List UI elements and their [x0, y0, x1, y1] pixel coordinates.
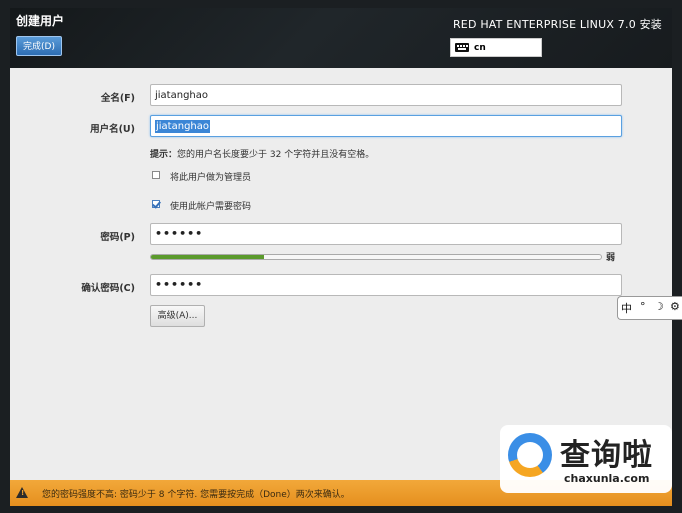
password-input[interactable]: •••••• — [150, 223, 622, 245]
advanced-button[interactable]: 高级(A)... — [150, 305, 205, 327]
password-strength-bar — [150, 254, 602, 260]
keyboard-layout-label: cn — [474, 43, 486, 53]
require-password-label: 使用此帐户需要密码 — [170, 202, 252, 212]
watermark: 查询啦 chaxunla.com — [500, 425, 672, 493]
product-title: RED HAT ENTERPRISE LINUX 7.0 安装 — [452, 18, 662, 31]
ime-punctuation-icon[interactable]: ° — [640, 300, 646, 313]
username-hint: 提示：您的用户名长度要少于 32 个字符并且没有空格。 — [150, 147, 374, 160]
confirm-password-label: 确认密码(C) — [81, 283, 135, 294]
confirm-password-input[interactable]: •••••• — [150, 274, 622, 296]
username-label: 用户名(U) — [90, 124, 135, 135]
keyboard-icon — [455, 43, 469, 52]
admin-checkbox-label: 将此用户做为管理员 — [170, 173, 252, 183]
ime-settings-icon[interactable]: ⚙ — [670, 300, 680, 313]
hint-prefix: 提示： — [150, 150, 178, 160]
password-value: •••••• — [155, 227, 204, 240]
page-title: 创建用户 — [16, 14, 65, 28]
ime-toolbar[interactable]: 中 ° ☽ ⚙ — [617, 296, 682, 320]
username-input[interactable]: jiatanghao — [150, 115, 622, 137]
password-label: 密码(P) — [100, 232, 135, 243]
ime-chinese-mode[interactable]: 中 — [621, 300, 632, 316]
password-strength-fill — [151, 255, 264, 259]
hint-text: 您的用户名长度要少于 32 个字符并且没有空格。 — [177, 150, 375, 160]
watermark-logo-icon — [508, 433, 552, 477]
admin-checkbox[interactable] — [152, 171, 160, 179]
username-value: jiatanghao — [155, 120, 211, 133]
warning-icon: ! — [16, 487, 28, 498]
watermark-sub-text: chaxunla.com — [564, 472, 650, 485]
ime-moon-icon[interactable]: ☽ — [654, 300, 664, 313]
create-user-form: 全名(F) jiatanghao 用户名(U) jiatanghao 提示：您的… — [10, 68, 672, 480]
require-password-checkbox[interactable] — [152, 200, 160, 208]
watermark-main-text: 查询啦 — [560, 438, 653, 473]
fullname-input[interactable]: jiatanghao — [150, 84, 622, 106]
warning-text: 您的密码强度不高: 密码少于 8 个字符. 您需要按完成（Done）两次来确认。 — [42, 490, 350, 500]
done-button[interactable]: 完成(D) — [16, 36, 62, 56]
keyboard-layout-indicator[interactable]: cn — [450, 38, 542, 57]
confirm-password-value: •••••• — [155, 278, 204, 291]
fullname-value: jiatanghao — [155, 90, 209, 101]
header-bar: 创建用户 完成(D) RED HAT ENTERPRISE LINUX 7.0 … — [10, 8, 672, 68]
fullname-label: 全名(F) — [100, 93, 135, 104]
password-strength-label: 弱 — [606, 253, 616, 263]
